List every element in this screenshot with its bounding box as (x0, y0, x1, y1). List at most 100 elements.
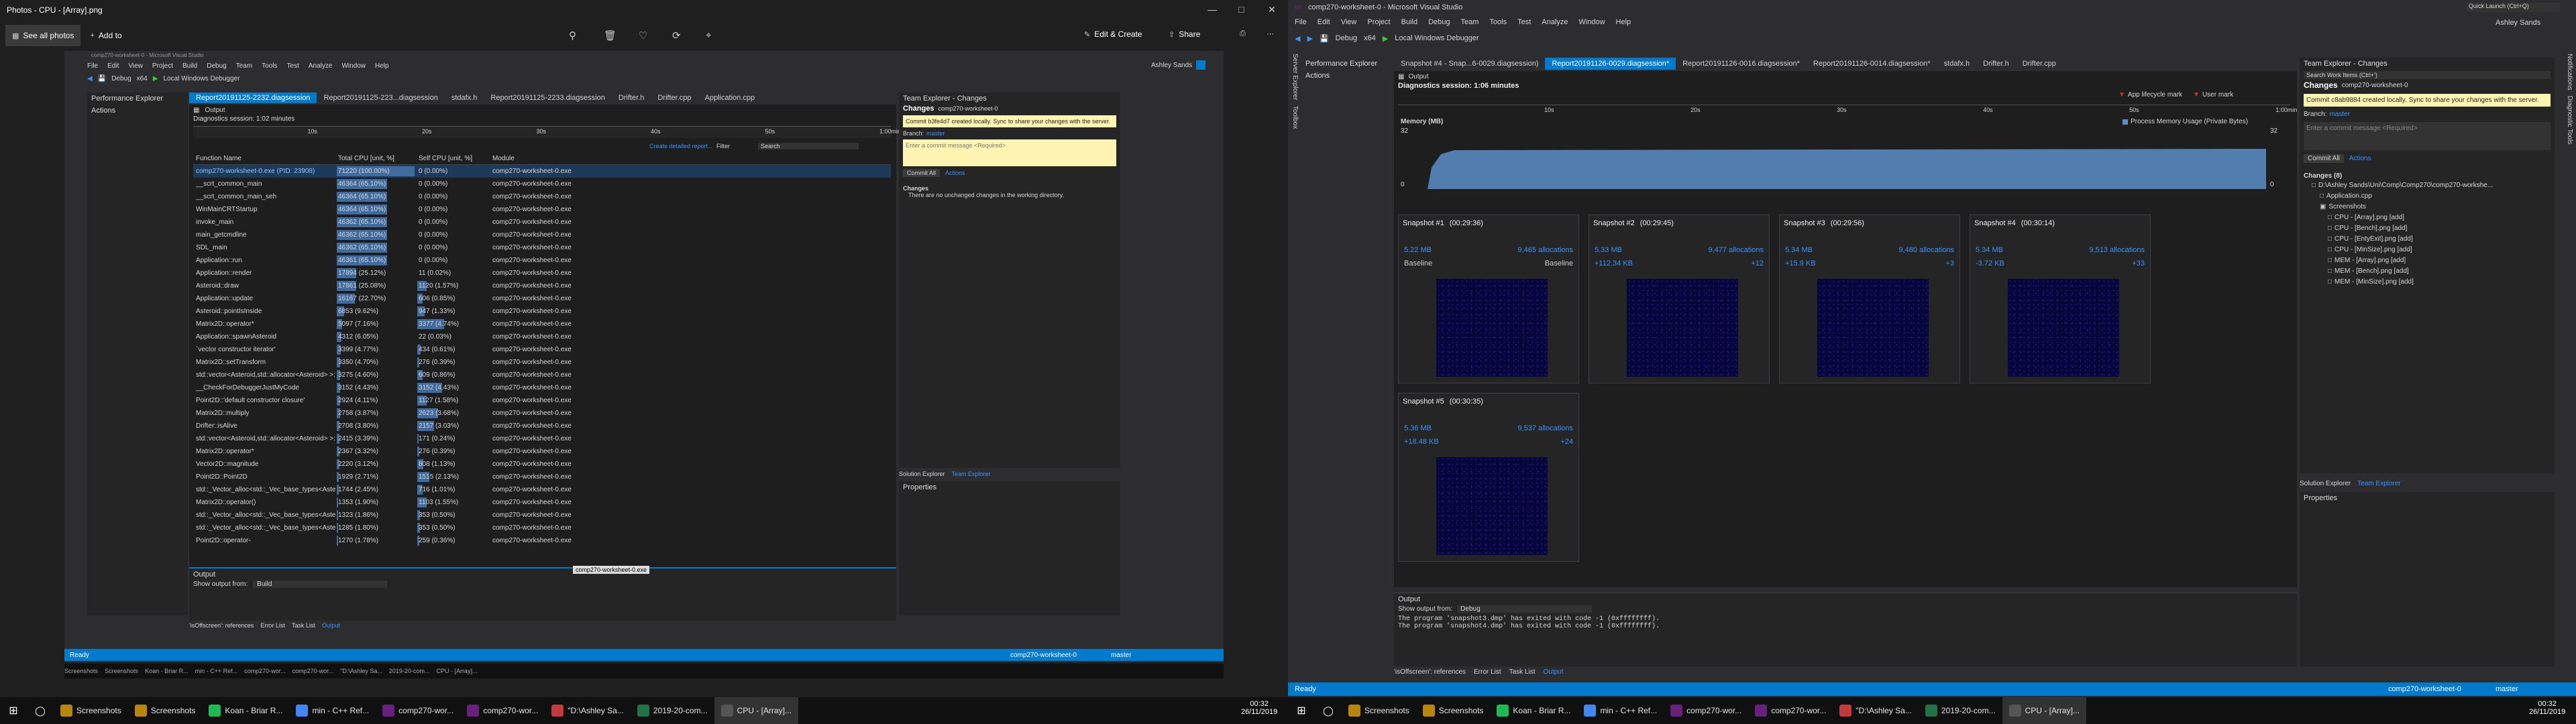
taskbar-app[interactable]: CPU - [Array]... (2002, 697, 2086, 724)
tree-item[interactable]: □ CPU - [MinSize].png [add] (2304, 244, 2555, 255)
table-row[interactable]: Asteroid::pointIsInside 6853 (9.62%) 947 (… (193, 305, 891, 318)
taskbar-app[interactable]: Screenshots (1416, 697, 1491, 724)
doc-tab[interactable]: Report20191125-2233.diagsession (484, 93, 611, 103)
taskbar-app[interactable]: Screenshots (1342, 697, 1416, 724)
snapshot-allocations[interactable]: 9,513 allocations (2089, 246, 2145, 254)
taskbar-app[interactable]: min - C++ Ref... (1577, 697, 1664, 724)
table-row[interactable]: __scrt_common_main_seh 46364 (65.10%) 0 (0… (193, 190, 891, 203)
filter-button[interactable]: Filter (716, 143, 730, 149)
menu-item-edit[interactable]: Edit (107, 62, 119, 70)
table-row[interactable]: std::_Vector_alloc<std::_Vec_base_types<… (193, 509, 891, 522)
menu-item-build[interactable]: Build (1401, 18, 1417, 26)
table-row[interactable]: Vector2D::magnitude 2220 (3.12%) 808 (1.13… (193, 458, 891, 471)
side-notifications[interactable]: Notifications Diagnostic Tools (2560, 54, 2573, 255)
save-all-icon[interactable]: 💾 (1320, 34, 1329, 43)
taskbar-app[interactable]: Koan - Briar R... (202, 697, 289, 724)
column-header[interactable]: Module (490, 153, 624, 165)
create-report-link[interactable]: Create detailed report... (649, 143, 713, 149)
taskbar-app[interactable]: "D:\Ashley Sa... (545, 697, 631, 724)
menu-item-window[interactable]: Window (1578, 18, 1605, 26)
tree-item[interactable]: □ CPU - [EntyExit].png [add] (2304, 233, 2555, 244)
snapshot-alloc-diff[interactable]: +33 (2132, 259, 2145, 267)
timeline-ruler-right[interactable]: 10s 20s 30s 40s 50s 1:00min (1398, 105, 2297, 115)
zoom-icon[interactable]: ⚲ (569, 29, 576, 42)
menu-item-team[interactable]: Team (236, 62, 252, 70)
output-button-right[interactable]: Output (1408, 73, 1428, 80)
bottom-tab[interactable]: 'isOffscreen': references (189, 622, 254, 629)
snapshot-size[interactable]: 5.36 MB (1404, 424, 1432, 432)
see-all-photos-button[interactable]: ▦ See all photos (5, 25, 81, 46)
tab-solution-explorer[interactable]: Solution Explorer (899, 471, 945, 477)
taskbar-app[interactable]: CPU - [Array]... (714, 697, 798, 724)
back-icon[interactable]: ◀ (87, 75, 93, 82)
table-row[interactable]: Matrix2D::multiply 2758 (3.87%) 2623 (3.68… (193, 407, 891, 420)
output-button[interactable]: Output (205, 107, 225, 114)
snapshot-card[interactable]: Snapshot #2 (00:29:45) 5.33 MB 9,477 alloca… (1589, 215, 1770, 383)
menu-item-project[interactable]: Project (1367, 18, 1390, 26)
doc-tab[interactable]: Drifter.h (1976, 58, 2016, 70)
commit-actions-right[interactable]: Actions (2349, 155, 2371, 162)
quick-launch-input[interactable]: Quick Launch (Ctrl+Q) (2466, 3, 2560, 12)
table-row[interactable]: Point2D::'default constructor closure' 29… (193, 394, 891, 407)
snapshot-size[interactable]: 5.22 MB (1404, 246, 1432, 254)
tree-item[interactable]: □ MEM - [Array].png [add] (2304, 255, 2555, 265)
table-row[interactable]: Application::spawnAsteroid 4312 (6.05%) 22… (193, 330, 891, 343)
column-header[interactable]: Self CPU [unit, %] (416, 153, 490, 165)
tree-item[interactable]: □ MEM - [MinSize].png [add] (2304, 276, 2555, 287)
taskbar-app[interactable]: comp270-wor... (460, 697, 545, 724)
crop-icon[interactable]: ⌖ (706, 29, 711, 41)
menu-item-test[interactable]: Test (1517, 18, 1531, 26)
search-icon[interactable]: ◯ (1315, 705, 1342, 717)
snapshot-card[interactable]: Snapshot #3 (00:29:56) 5.34 MB 9,480 alloca… (1779, 215, 1960, 383)
menu-item-file[interactable]: File (87, 62, 98, 70)
snapshot-alloc-diff[interactable]: Baseline (1545, 259, 1573, 267)
doc-tab[interactable]: Application.cpp (698, 93, 761, 103)
snapshot-alloc-diff[interactable]: +3 (1945, 259, 1954, 267)
menu-item-team[interactable]: Team (1461, 18, 1479, 26)
snapshot-allocations[interactable]: 9,480 allocations (1898, 246, 1954, 254)
snapshot-alloc-diff[interactable]: +24 (1560, 438, 1573, 446)
taskbar-app[interactable]: "D:\Ashley Sa... (1833, 697, 1919, 724)
doc-tab[interactable]: Drifter.h (612, 93, 651, 103)
print-icon[interactable]: ⎙ (1240, 29, 1246, 38)
bottom-tab[interactable]: Task List (292, 622, 315, 629)
menu-item-file[interactable]: File (1295, 18, 1307, 26)
taskbar-app[interactable]: 2019-20-com... (631, 697, 714, 724)
search-icon[interactable]: ◯ (27, 705, 54, 717)
doc-tab[interactable]: Report20191126-0016.diagsession* (1676, 58, 1807, 70)
snapshot-allocations[interactable]: 9,465 allocations (1517, 246, 1573, 254)
menu-item-analyze[interactable]: Analyze (309, 62, 333, 70)
bottom-tab[interactable]: 'isOffscreen': references (1394, 668, 1466, 676)
snapshot-allocations[interactable]: 9,537 allocations (1517, 424, 1573, 432)
commit-message-input-right[interactable]: Enter a commit message <Required> (2304, 122, 2551, 150)
menu-item-build[interactable]: Build (182, 62, 197, 70)
memory-chart[interactable]: Memory (MB) Process Memory Usage (Privat… (1398, 118, 2290, 190)
delete-icon[interactable]: 🗑 (604, 29, 616, 42)
play-icon[interactable]: ▶ (1383, 34, 1388, 43)
snapshot-alloc-diff[interactable]: +12 (1751, 259, 1764, 267)
minimize-icon[interactable]: — (1208, 4, 1217, 15)
snapshot-card[interactable]: Snapshot #4 (00:30:14) 5.34 MB 9,513 alloca… (1970, 215, 2151, 383)
share-button[interactable]: ⇧ Share (1169, 29, 1200, 39)
doc-tab[interactable]: Drifter.cpp (651, 93, 698, 103)
table-row[interactable]: std::_Vector_alloc<std::_Vec_base_types<… (193, 483, 891, 496)
edit-create-button[interactable]: ✎ Edit & Create (1084, 29, 1142, 39)
doc-tab[interactable]: Report20191126-0014.diagsession* (1807, 58, 1937, 70)
menu-item-window[interactable]: Window (341, 62, 366, 70)
platform-dropdown[interactable]: x64 (137, 75, 148, 82)
clock-right[interactable]: 00:32 26/11/2019 (2529, 700, 2565, 716)
menu-item-debug[interactable]: Debug (1428, 18, 1450, 26)
play-icon[interactable]: ▶ (153, 75, 158, 82)
table-row[interactable]: Drifter::isAlive 2708 (3.80%) 2157 (3.03%)… (193, 420, 891, 432)
forward-icon[interactable]: ▶ (1307, 34, 1312, 43)
column-header[interactable]: Total CPU [unit, %] (335, 153, 416, 165)
rotate-icon[interactable]: ⟳ (672, 29, 681, 42)
commit-all-button[interactable]: Commit All (903, 169, 941, 177)
taskbar-app[interactable]: comp270-wor... (1748, 697, 1833, 724)
table-row[interactable]: main_getcmdline 46362 (65.10%) 0 (0.00%) co… (193, 229, 891, 241)
work-items-search[interactable]: Search Work Items (Ctrl+') (2304, 71, 2551, 79)
taskbar-app[interactable]: 2019-20-com... (1919, 697, 2002, 724)
status-branch-right[interactable]: master (2496, 685, 2518, 693)
tree-item[interactable]: □ D:\Ashley Sands\Uni\Comp\Comp270\comp27… (2304, 180, 2555, 190)
commit-all-button-right[interactable]: Commit All (2304, 154, 2344, 163)
